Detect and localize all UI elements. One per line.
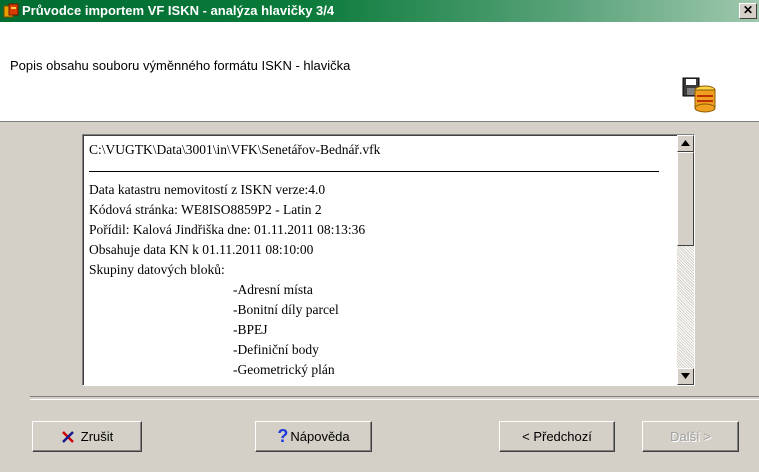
group-item: -Geometrický plán — [233, 362, 335, 377]
help-label: Nápověda — [290, 429, 350, 444]
scroll-down-button[interactable] — [677, 368, 694, 385]
next-label: Další > — [670, 429, 711, 444]
back-label: < Předchozí — [522, 429, 592, 444]
info-line: Skupiny datových bloků: — [89, 262, 225, 277]
page-subtitle: Popis obsahu souboru výměnného formátu I… — [10, 58, 351, 73]
header-info-textbox[interactable]: C:\VUGTK\Data\3001\in\VFK\Senetářov-Bedn… — [82, 134, 695, 386]
info-line: Obsahuje data KN k 01.11.2011 08:10:00 — [89, 242, 314, 257]
file-path: C:\VUGTK\Data\3001\in\VFK\Senetářov-Bedn… — [89, 142, 381, 157]
scroll-thumb[interactable] — [677, 152, 694, 246]
scroll-up-button[interactable] — [677, 135, 694, 152]
button-divider — [30, 396, 759, 400]
window-title: Průvodce importem VF ISKN - analýza hlav… — [22, 3, 335, 18]
cancel-button[interactable]: Zrušit — [32, 421, 142, 452]
help-button[interactable]: ? Nápověda — [255, 421, 372, 452]
separator-line — [89, 171, 659, 172]
info-line: Kódová stránka: WE8ISO8859P2 - Latin 2 — [89, 202, 322, 217]
group-item: -Definiční body — [233, 342, 319, 357]
cancel-label: Zrušit — [80, 429, 114, 444]
close-button[interactable]: ✕ — [739, 3, 757, 19]
group-item: -BPEJ — [233, 322, 268, 337]
info-line: Pořídil: Kalová Jindřiška dne: 01.11.201… — [89, 222, 366, 237]
wizard-window: Průvodce importem VF ISKN - analýza hlav… — [0, 0, 759, 472]
back-button[interactable]: < Předchozí — [499, 421, 615, 452]
header-panel: Popis obsahu souboru výměnného formátu I… — [0, 22, 759, 122]
arrow-up-icon — [681, 140, 690, 146]
red-x-icon — [61, 430, 74, 443]
database-icon — [682, 77, 716, 113]
close-icon: ✕ — [742, 3, 754, 17]
arrow-down-icon — [681, 373, 690, 379]
group-item: -Adresní místa — [233, 282, 313, 297]
info-line: Data katastru nemovitostí z ISKN verze:4… — [89, 182, 326, 197]
textbox-content: C:\VUGTK\Data\3001\in\VFK\Senetářov-Bedn… — [89, 139, 673, 380]
title-bar[interactable]: Průvodce importem VF ISKN - analýza hlav… — [0, 0, 759, 22]
vertical-scrollbar[interactable] — [677, 135, 694, 385]
next-button[interactable]: Další > — [642, 421, 739, 452]
question-mark-icon: ? — [277, 426, 289, 446]
group-item: -Bonitní díly parcel — [233, 302, 339, 317]
import-wizard-icon — [3, 3, 19, 18]
